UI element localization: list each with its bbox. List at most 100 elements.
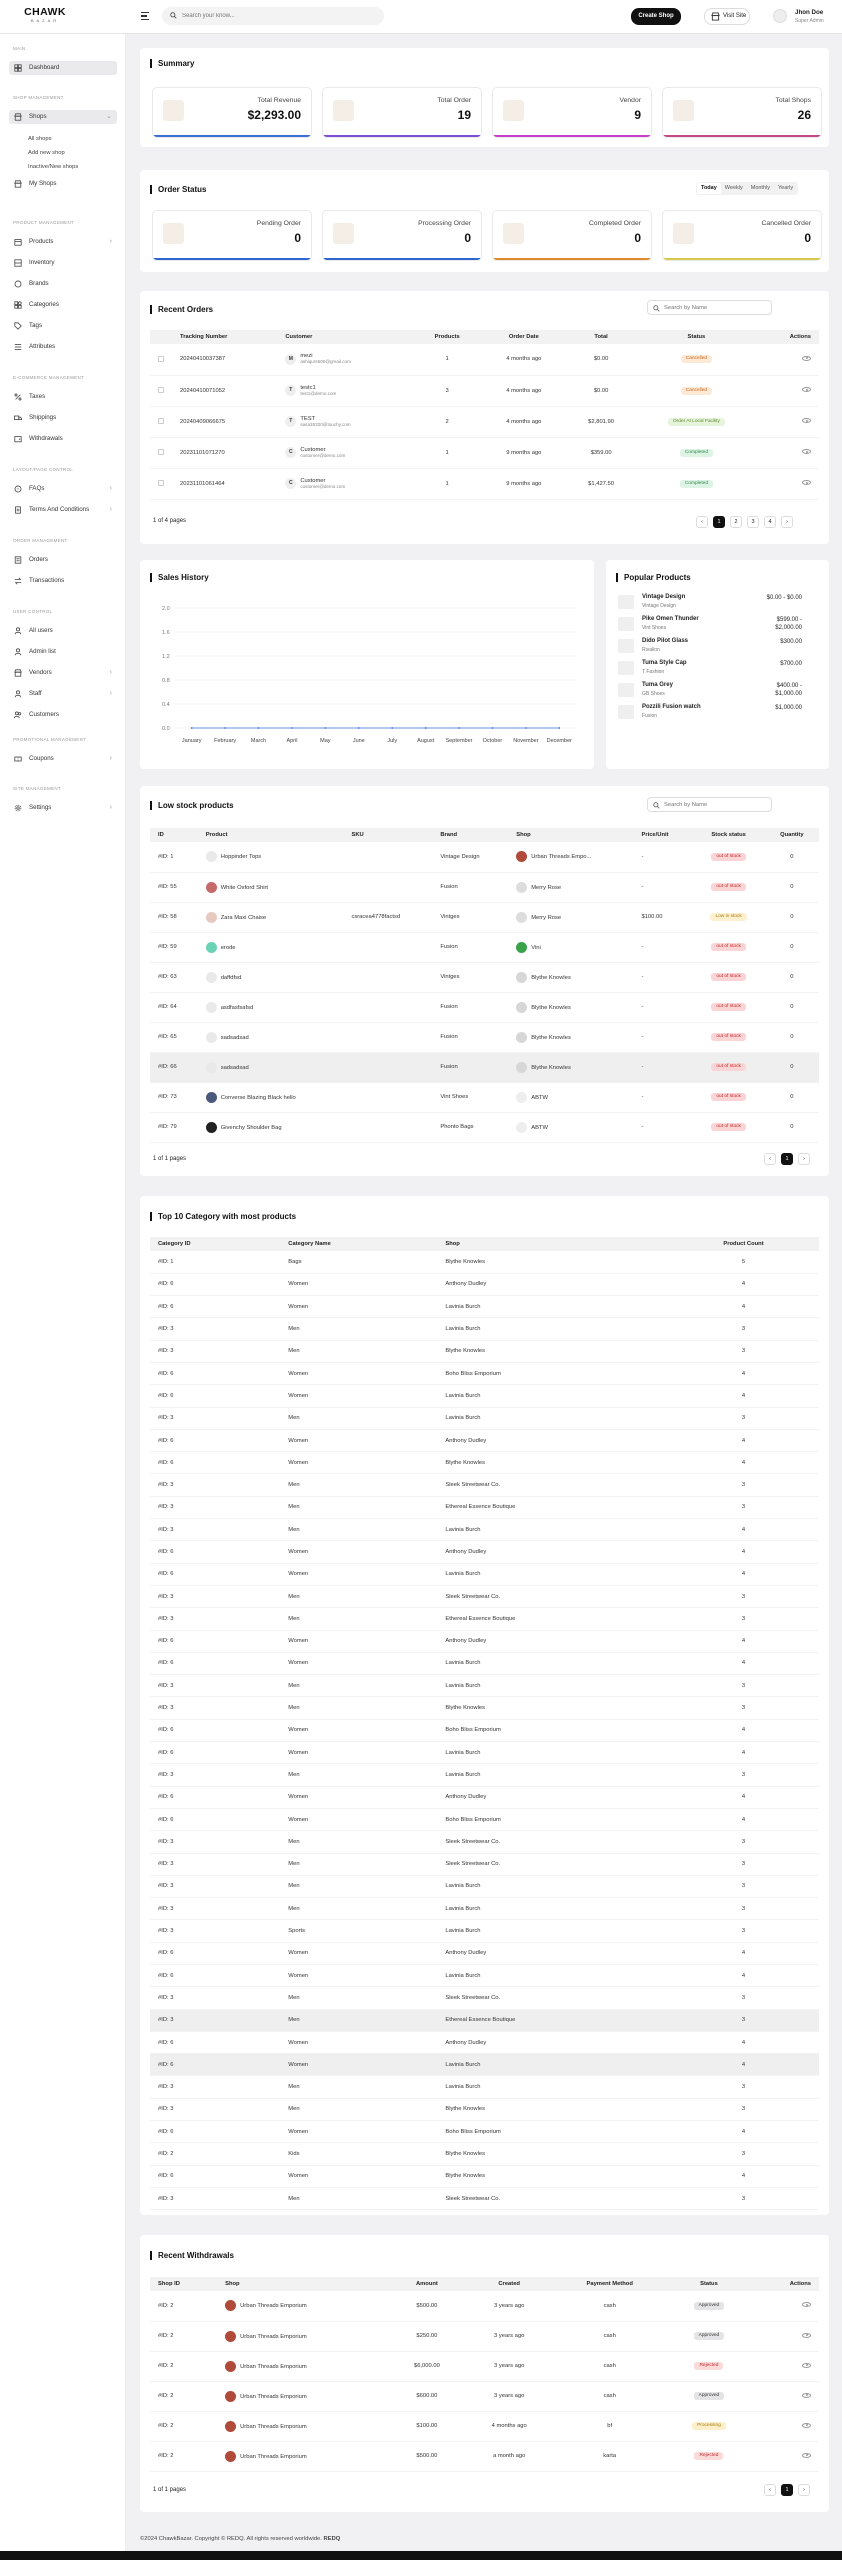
column-header[interactable]: Shop — [217, 2277, 390, 2291]
column-header[interactable]: Amount — [389, 2277, 464, 2291]
table-row[interactable]: #ID: 6 Women Lavinia Burch 4 — [150, 2053, 819, 2077]
footer-brand-link[interactable]: REDQ — [324, 2536, 341, 2542]
table-row[interactable]: #ID: 55 White Oxford Shirt Fusion Merry Ros… — [150, 872, 819, 903]
sidebar-item-customers[interactable]: Customers — [9, 708, 117, 722]
table-row[interactable]: #ID: 3 Men Blythe Knowles 3 — [150, 1696, 819, 1720]
sidebar-item-orders[interactable]: Orders — [9, 553, 117, 567]
table-row[interactable]: #ID: 6 Women Lavinia Burch 4 — [150, 1741, 819, 1765]
column-header[interactable]: Customer — [277, 330, 413, 344]
table-row[interactable]: #ID: 6 Women Blythe Knowles 4 — [150, 2165, 819, 2188]
low-stock-search[interactable] — [647, 797, 772, 812]
sidebar-item-dashboard[interactable]: Dashboard — [9, 61, 117, 75]
low-stock-search-input[interactable] — [664, 800, 762, 810]
row-checkbox[interactable] — [150, 375, 172, 407]
table-row[interactable]: #ID: 6 Women Anthony Dudley 4 — [150, 1942, 819, 1966]
table-row[interactable]: #ID: 2 Urban Threads Emporium $500.00 a mon… — [150, 2441, 819, 2472]
column-header[interactable]: Price/Unit — [633, 828, 693, 842]
eye-icon[interactable] — [802, 2422, 811, 2428]
eye-icon[interactable] — [802, 480, 811, 485]
column-header[interactable]: SKU — [343, 828, 433, 842]
table-row[interactable]: #ID: 6 Women Anthony Dudley 4 — [150, 1273, 819, 1297]
sidebar-item-inventory[interactable]: Inventory — [9, 256, 117, 270]
page-button[interactable]: 4 — [764, 516, 776, 528]
table-row[interactable]: #ID: 58 Zara Maxi Chaise csracea4778factsd… — [150, 902, 819, 933]
table-row[interactable]: #ID: 6 Women Anthony Dudley 4 — [150, 1630, 819, 1653]
eye-icon[interactable] — [802, 449, 811, 454]
sidebar-sub-add-new-shop[interactable]: Add new shop — [28, 150, 65, 156]
table-row[interactable]: #ID: 6 Women Anthony Dudley 4 — [150, 1429, 819, 1453]
table-row[interactable]: #ID: 2 Kids Blythe Knowles 3 — [150, 2142, 819, 2166]
next-page-button[interactable]: › — [781, 516, 793, 528]
table-row[interactable]: #ID: 65 sadsadsad Fusion Blythe Knowles - out… — [150, 1022, 819, 1053]
sidebar-item-coupons[interactable]: Coupons › — [9, 752, 117, 766]
table-row[interactable]: 20240410071052 Ttestc1 test1@demo.com 3 4 mo… — [150, 375, 819, 407]
column-header[interactable]: Actions — [757, 330, 819, 344]
table-row[interactable]: #ID: 6 Women Anthony Dudley 4 — [150, 2031, 819, 2055]
table-row[interactable]: 20231101061464 C Customer customer@demo.com… — [150, 468, 819, 500]
eye-icon[interactable] — [802, 2332, 811, 2338]
create-shop-button[interactable]: Create Shop — [631, 8, 681, 25]
page-button[interactable]: 1 — [713, 516, 725, 528]
row-checkbox[interactable] — [150, 344, 172, 376]
next-page-button[interactable]: › — [798, 1153, 810, 1165]
column-header[interactable]: Product — [197, 828, 344, 842]
row-checkbox[interactable] — [150, 437, 172, 469]
global-search-input[interactable] — [182, 10, 372, 22]
table-row[interactable]: #ID: 1 Bags Blythe Knowles 5 — [150, 1251, 819, 1274]
table-row[interactable]: #ID: 3 Men Sleek Streetwear Co. 3 — [150, 1853, 819, 1876]
sidebar-item-admin-list[interactable]: Admin list — [9, 645, 117, 659]
eye-icon[interactable] — [802, 418, 811, 423]
table-row[interactable]: #ID: 6 Women Boho Bliss Emporium 4 — [150, 1808, 819, 1832]
column-header[interactable]: Shop — [508, 828, 634, 842]
table-row[interactable]: #ID: 6 Women Boho Bliss Emporium 4 — [150, 2120, 819, 2144]
column-header[interactable]: Shop — [437, 1237, 668, 1251]
eye-icon[interactable] — [802, 2392, 811, 2398]
visit-site-button[interactable]: Visit Site — [704, 8, 750, 25]
table-row[interactable]: #ID: 3 Men Sleek Streetwear Co. 3 — [150, 1473, 819, 1497]
table-row[interactable]: #ID: 6 Women Lavinia Burch 4 — [150, 1964, 819, 1988]
table-row[interactable]: #ID: 3 Men Ethereal Essence Boutique 3 — [150, 1496, 819, 1520]
sidebar-item-tags[interactable]: Tags — [9, 319, 117, 333]
popular-product-item[interactable]: Tuma Grey GB Shoes $400.00 - $1,000.00 — [618, 679, 818, 701]
table-row[interactable]: #ID: 73 Converse Blazing Black hello Vint … — [150, 1082, 819, 1113]
eye-icon[interactable] — [802, 387, 811, 392]
column-header[interactable]: Actions — [752, 2277, 819, 2291]
popular-product-item[interactable]: Pike Omen Thunder Vint Shoes $599.00 - $2,0… — [618, 613, 818, 635]
orders-search[interactable] — [647, 300, 772, 315]
column-header[interactable]: Payment Method — [554, 2277, 665, 2291]
sidebar-item-all-users[interactable]: All users — [9, 624, 117, 638]
eye-icon[interactable] — [802, 2452, 811, 2458]
table-row[interactable]: #ID: 6 Women Boho Bliss Emporium 4 — [150, 1362, 819, 1386]
table-row[interactable]: #ID: 6 Women Lavinia Burch 4 — [150, 1563, 819, 1586]
column-header[interactable]: Products — [412, 330, 482, 344]
table-row[interactable]: #ID: 1 Hoppinder Tops Vintage Design Urban … — [150, 842, 819, 873]
table-row[interactable]: #ID: 66 sadsadsad Fusion Blythe Knowles - out… — [150, 1052, 819, 1083]
table-row[interactable]: #ID: 3 Men Lavinia Burch 3 — [150, 1674, 819, 1698]
column-header[interactable]: Category ID — [150, 1237, 281, 1251]
table-row[interactable]: 20240409066675 T TEST sasa35320@touchy.com 2… — [150, 406, 819, 438]
global-search[interactable] — [162, 7, 384, 25]
table-row[interactable]: #ID: 6 Women Lavinia Burch 4 — [150, 1652, 819, 1676]
table-row[interactable]: #ID: 2 Urban Threads Emporium $100.00 4 mon… — [150, 2411, 819, 2442]
table-row[interactable]: #ID: 59 erode Fusion Vini - out of stock 0 — [150, 932, 819, 963]
sidebar-item-settings[interactable]: Settings › — [9, 801, 117, 815]
sidebar-item-transactions[interactable]: Transactions — [9, 574, 117, 588]
page-button[interactable]: 2 — [730, 516, 742, 528]
eye-icon[interactable] — [802, 2302, 811, 2308]
sidebar-sub-all-shops[interactable]: All shops — [28, 136, 52, 142]
table-row[interactable]: #ID: 3 Sports Lavinia Burch 3 — [150, 1919, 819, 1943]
next-page-button[interactable]: › — [798, 2484, 810, 2496]
user-menu[interactable]: Jhon Doe Super Admin — [773, 6, 839, 28]
sidebar-item-faqs[interactable]: ? FAQs › — [9, 482, 117, 496]
sidebar-sub-inactive-shops[interactable]: Inactive/New shops — [28, 164, 78, 170]
sidebar-item-terms[interactable]: Terms And Conditions › — [9, 503, 117, 517]
table-row[interactable]: #ID: 6 Women Anthony Dudley 4 — [150, 1540, 819, 1564]
table-row[interactable]: #ID: 64 asdfasfsafsd Fusion Blythe Knowles -… — [150, 992, 819, 1023]
table-row[interactable]: #ID: 3 Men Ethereal Essence Boutique 3 — [150, 2009, 819, 2032]
table-row[interactable]: #ID: 3 Men Lavinia Burch 3 — [150, 1407, 819, 1430]
table-row[interactable]: #ID: 6 Women Anthony Dudley 4 — [150, 1786, 819, 1809]
column-header[interactable]: Total — [566, 330, 636, 344]
column-header[interactable]: Status — [635, 330, 758, 344]
sidebar-item-withdrawals[interactable]: Withdrawals — [9, 432, 117, 446]
table-row[interactable]: #ID: 3 Men Sleek Streetwear Co. 3 — [150, 1830, 819, 1854]
